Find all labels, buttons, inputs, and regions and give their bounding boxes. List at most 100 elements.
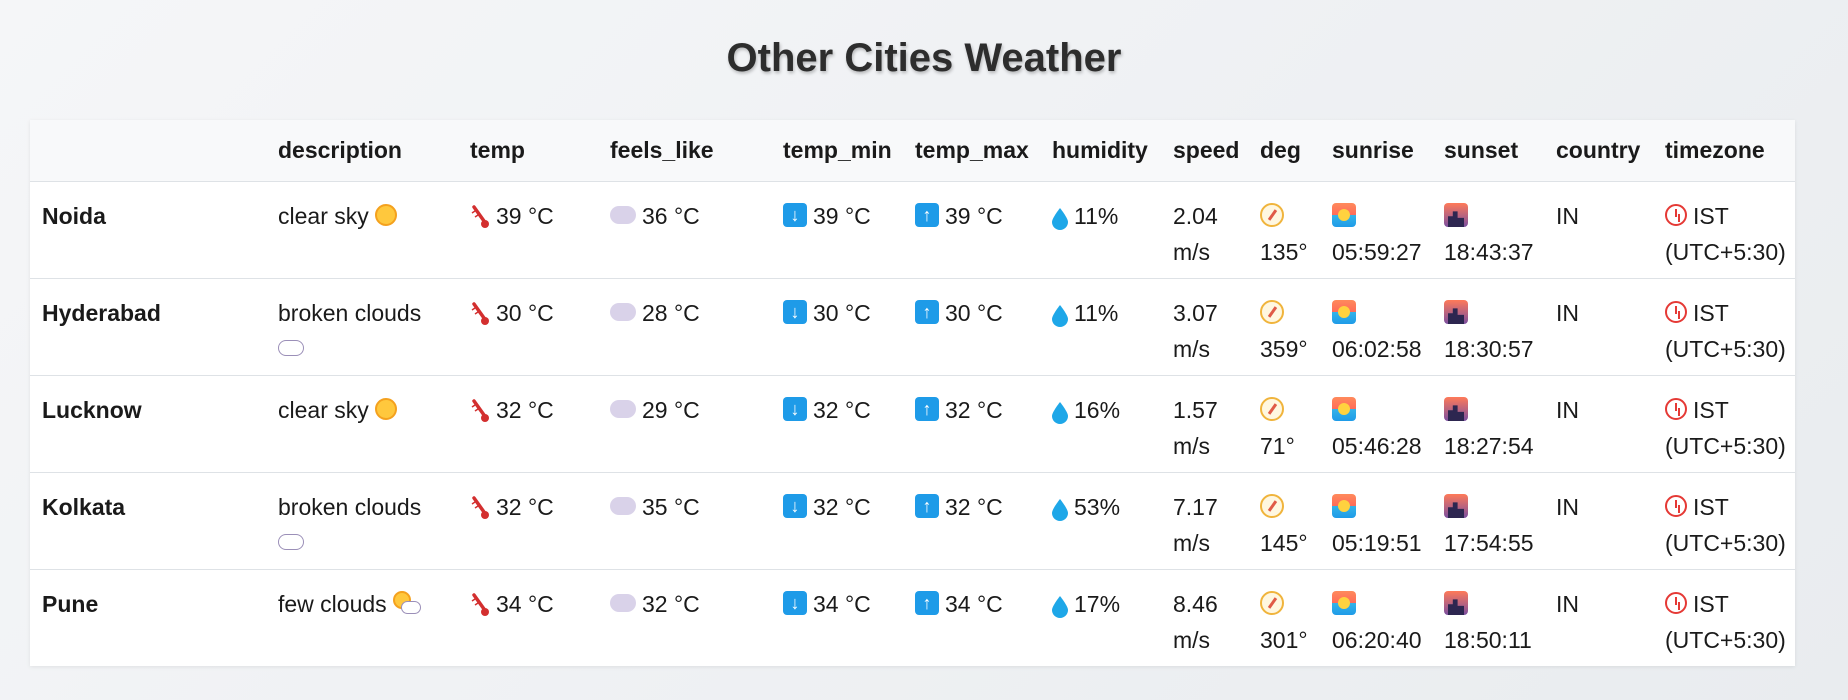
cloud-icon <box>610 400 636 419</box>
deg-value: 135° <box>1260 238 1308 265</box>
country-value: IN <box>1556 493 1579 520</box>
speed-value: 7.17 m/s <box>1173 493 1218 556</box>
arrow-down-icon: ↓ <box>783 494 807 519</box>
thermometer-icon <box>470 397 490 423</box>
temp-max-value: 30 °C <box>945 299 1003 326</box>
arrow-down-icon: ↓ <box>783 203 807 228</box>
temp-max-cell: ↑ 34 °C <box>903 569 1040 666</box>
humidity-cell: 53% <box>1040 472 1161 569</box>
alarm-clock-icon <box>1665 495 1687 518</box>
page-title: Other Cities Weather <box>726 36 1122 80</box>
temp-cell: 30 °C <box>458 278 598 375</box>
sunrise-icon <box>1332 203 1356 228</box>
alarm-clock-icon <box>1665 398 1687 421</box>
description-text: broken clouds <box>278 493 422 520</box>
temp-value: 32 °C <box>496 396 554 423</box>
description-cell: broken clouds <box>266 472 458 569</box>
feels-like-value: 35 °C <box>642 493 700 520</box>
sunset-cell: 17:54:55 <box>1432 472 1544 569</box>
sunrise-value: 05:59:27 <box>1332 238 1422 265</box>
arrow-down-icon: ↓ <box>783 397 807 422</box>
temp-min-value: 32 °C <box>813 396 871 423</box>
droplet-icon <box>1052 398 1068 425</box>
temp-min-cell: ↓ 34 °C <box>771 569 903 666</box>
droplet-icon <box>1052 301 1068 328</box>
temp-value: 39 °C <box>496 202 554 229</box>
description-cell: broken clouds <box>266 278 458 375</box>
column-header-deg: deg <box>1260 136 1301 163</box>
column-header-sunrise: sunrise <box>1332 136 1414 163</box>
arrow-up-icon: ↑ <box>915 397 939 422</box>
sunrise-cell: 06:02:58 <box>1320 278 1432 375</box>
cloud-icon <box>610 303 636 322</box>
sunrise-value: 06:02:58 <box>1332 335 1422 362</box>
thermometer-icon <box>470 591 490 617</box>
droplet-icon <box>1052 592 1068 619</box>
sunrise-cell: 06:20:40 <box>1320 569 1432 666</box>
temp-max-value: 39 °C <box>945 202 1003 229</box>
compass-icon <box>1260 494 1284 519</box>
feels-like-value: 36 °C <box>642 202 700 229</box>
city-cell: Noida <box>30 181 266 278</box>
cloud-icon <box>610 594 636 613</box>
droplet-icon <box>1052 204 1068 231</box>
table-header-row: description temp feels_like temp_min temp_ma… <box>30 120 1795 181</box>
thermometer-icon <box>470 300 490 326</box>
temp-max-cell: ↑ 32 °C <box>903 375 1040 472</box>
city-cell: Hyderabad <box>30 278 266 375</box>
alarm-clock-icon <box>1665 301 1687 324</box>
feels-like-cell: 32 °C <box>598 569 771 666</box>
deg-cell: 145° <box>1248 472 1320 569</box>
country-cell: IN <box>1544 278 1653 375</box>
temp-cell: 32 °C <box>458 375 598 472</box>
column-header-humidity: humidity <box>1052 136 1148 163</box>
alarm-clock-icon <box>1665 592 1687 615</box>
column-header-city <box>30 120 266 181</box>
city-name: Hyderabad <box>42 299 161 326</box>
feels-like-cell: 36 °C <box>598 181 771 278</box>
sunset-value: 17:54:55 <box>1444 529 1534 556</box>
table-row: Pune few clouds 34 °C 32 °C ↓ 34 °C ↑ 34 °C 17% 8… <box>30 569 1795 666</box>
description-text: broken clouds <box>278 299 422 326</box>
table-row: Hyderabad broken clouds 30 °C 28 °C ↓ 30 °C ↑ 3… <box>30 278 1795 375</box>
sunrise-icon <box>1332 300 1356 325</box>
cloud-icon <box>610 206 636 225</box>
sunrise-cell: 05:46:28 <box>1320 375 1432 472</box>
city-cell: Kolkata <box>30 472 266 569</box>
temp-min-cell: ↓ 30 °C <box>771 278 903 375</box>
feels-like-value: 28 °C <box>642 299 700 326</box>
description-text: clear sky <box>278 202 369 229</box>
temp-max-value: 32 °C <box>945 396 1003 423</box>
timezone-cell: IST (UTC+5:30) <box>1653 278 1795 375</box>
sunset-icon <box>1444 203 1468 228</box>
deg-cell: 135° <box>1248 181 1320 278</box>
feels-like-value: 29 °C <box>642 396 700 423</box>
temp-cell: 34 °C <box>458 569 598 666</box>
country-value: IN <box>1556 396 1579 423</box>
country-cell: IN <box>1544 472 1653 569</box>
sun-icon <box>374 204 397 227</box>
city-name: Noida <box>42 202 106 229</box>
speed-cell: 3.07 m/s <box>1161 278 1248 375</box>
compass-icon <box>1260 203 1284 228</box>
humidity-cell: 11% <box>1040 181 1161 278</box>
humidity-value: 11% <box>1074 202 1119 229</box>
table-row: Noida clear sky 39 °C 36 °C ↓ 39 °C ↑ 39 °C 11% 2… <box>30 181 1795 278</box>
timezone-cell: IST (UTC+5:30) <box>1653 181 1795 278</box>
temp-value: 30 °C <box>496 299 554 326</box>
temp-min-value: 34 °C <box>813 590 871 617</box>
humidity-value: 53% <box>1074 493 1121 520</box>
arrow-up-icon: ↑ <box>915 300 939 325</box>
weather-table: description temp feels_like temp_min temp_ma… <box>30 120 1795 666</box>
description-text: few clouds <box>278 590 387 617</box>
sunset-cell: 18:27:54 <box>1432 375 1544 472</box>
cloud-icon <box>278 340 304 357</box>
sun-icon <box>374 398 397 421</box>
sunset-cell: 18:43:37 <box>1432 181 1544 278</box>
deg-value: 71° <box>1260 432 1295 459</box>
sunset-value: 18:50:11 <box>1444 626 1532 653</box>
temp-value: 34 °C <box>496 590 554 617</box>
table-row: Lucknow clear sky 32 °C 29 °C ↓ 32 °C ↑ 32 °C 16… <box>30 375 1795 472</box>
temp-min-value: 30 °C <box>813 299 871 326</box>
sunrise-icon <box>1332 397 1356 422</box>
